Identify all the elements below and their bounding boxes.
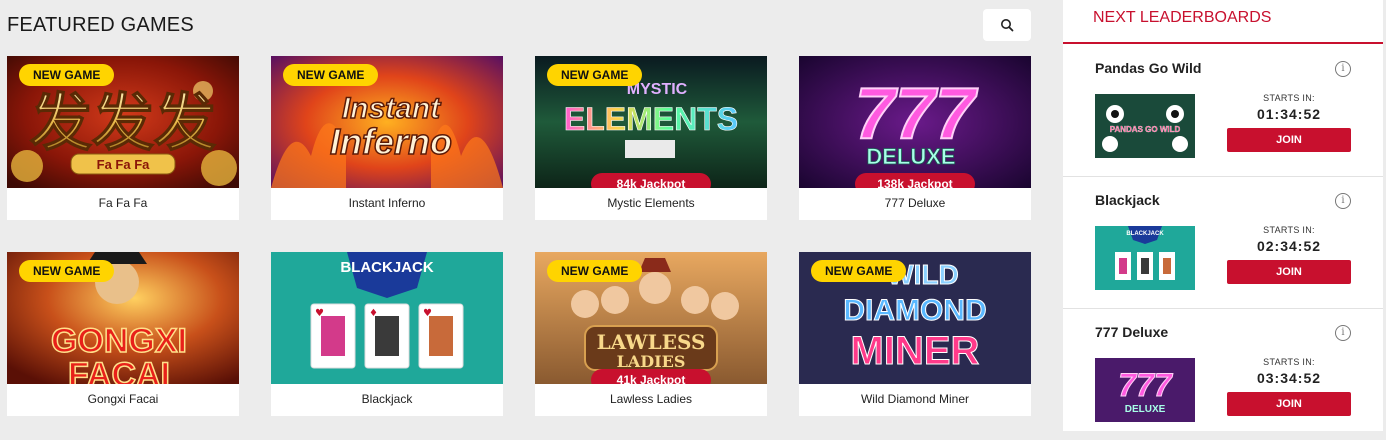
countdown-timer: 03:34:52: [1256, 370, 1322, 386]
blackjack-logo-text: BLACKJACK: [340, 259, 434, 276]
game-thumbnail: BLACKJACK ♥ ♦ ♥: [271, 252, 503, 384]
leaderboard-name: 777 Deluxe: [1095, 324, 1169, 340]
starts-in-label: STARTS IN:: [1263, 225, 1315, 235]
mystic-logo-line2: ELEMENTS: [564, 101, 738, 137]
info-icon[interactable]: i: [1335, 325, 1351, 341]
gongxi-logo-line1: GONGXI: [51, 322, 187, 360]
new-game-badge: NEW GAME: [19, 64, 115, 86]
jackpot-badge: 41k Jackpot: [591, 369, 711, 384]
new-game-badge: NEW GAME: [547, 260, 643, 282]
starts-in-label: STARTS IN:: [1263, 357, 1315, 367]
leaderboard-name: Blackjack: [1095, 192, 1160, 208]
jackpot-badge: 84k Jackpot: [591, 173, 711, 188]
leaderboards-sidebar: NEXT LEADERBOARDS Pandas Go Wild i PANDA…: [1063, 0, 1383, 431]
fafafa-logo-text: 发发发: [30, 86, 216, 159]
game-thumbnail: WILD DIAMOND MINER NEW GAME: [799, 252, 1031, 384]
join-button[interactable]: JOIN: [1227, 128, 1351, 152]
game-thumbnail: MYSTIC ELEMENTS NEW GAME 84k Jackpot: [535, 56, 767, 188]
blackjack-mini-logo: BLACKJACK: [1126, 231, 1164, 237]
game-thumbnail: 777 DELUXE 138k Jackpot: [799, 56, 1031, 188]
fafafa-sub-text: Fa Fa Fa: [97, 157, 151, 172]
game-name: Mystic Elements: [607, 196, 695, 210]
join-button[interactable]: JOIN: [1227, 392, 1351, 416]
starts-in-label: STARTS IN:: [1263, 93, 1315, 103]
featured-games-section: FEATURED GAMES 发发发 Fa Fa Fa NEW GAME Fa …: [0, 0, 1048, 431]
deluxe-logo-word: DELUXE: [866, 144, 955, 169]
leaderboard-name: Pandas Go Wild: [1095, 60, 1202, 76]
lawless-logo-line1: LAWLESS: [597, 330, 706, 354]
game-card-blackjack[interactable]: BLACKJACK ♥ ♦ ♥ Blackjack: [271, 252, 503, 416]
deluxe-logo-number: 777: [855, 74, 978, 154]
new-game-badge: NEW GAME: [811, 260, 907, 282]
svg-text:♥: ♥: [315, 308, 324, 319]
leaderboard-item: 777 Deluxe i 777 DELUXE STARTS IN: 03:34…: [1063, 308, 1383, 440]
wild-logo-line3: MINER: [851, 329, 980, 373]
inferno-logo-line2: Inferno: [330, 121, 452, 162]
game-card-wild-diamond-miner[interactable]: WILD DIAMOND MINER NEW GAME Wild Diamond…: [799, 252, 1031, 416]
countdown-timer: 01:34:52: [1256, 106, 1322, 122]
new-game-badge: NEW GAME: [283, 64, 379, 86]
game-card-lawless-ladies[interactable]: LAWLESS LADIES NEW GAME 41k Jackpot Lawl…: [535, 252, 767, 416]
game-thumbnail: GONGXI FACAI NEW GAME: [7, 252, 239, 384]
leaderboard-thumbnail: PANDAS GO WILD: [1095, 94, 1195, 158]
pandas-logo-text: PANDAS GO WILD: [1110, 125, 1181, 134]
countdown-timer: 02:34:52: [1256, 238, 1322, 254]
game-card-gongxi-facai[interactable]: GONGXI FACAI NEW GAME Gongxi Facai: [7, 252, 239, 416]
game-name: Wild Diamond Miner: [860, 392, 970, 406]
new-game-badge: NEW GAME: [547, 64, 643, 86]
deluxe-mini-logo: DELUXE: [1125, 404, 1166, 415]
sidebar-header: NEXT LEADERBOARDS: [1063, 0, 1383, 44]
game-card-fafafa[interactable]: 发发发 Fa Fa Fa NEW GAME Fa Fa Fa: [7, 56, 239, 220]
page-title: FEATURED GAMES: [7, 14, 194, 36]
svg-text:777: 777: [1118, 367, 1174, 403]
game-name: Instant Inferno: [348, 196, 426, 210]
leaderboard-thumbnail: BLACKJACK: [1095, 226, 1195, 290]
game-name: Gongxi Facai: [87, 392, 159, 406]
search-button[interactable]: [983, 9, 1031, 41]
svg-text:♥: ♥: [423, 308, 432, 319]
jackpot-badge: 138k Jackpot: [855, 173, 975, 188]
leaderboard-item: Blackjack i BLACKJACK STARTS IN: 02:34:5…: [1063, 176, 1383, 309]
game-card-777-deluxe[interactable]: 777 DELUXE 138k Jackpot 777 Deluxe: [799, 56, 1031, 220]
game-card-instant-inferno[interactable]: Instant Inferno NEW GAME Instant Inferno: [271, 56, 503, 220]
game-thumbnail: 发发发 Fa Fa Fa NEW GAME: [7, 56, 239, 188]
wild-logo-line2: DIAMOND: [843, 294, 986, 327]
search-icon: [1001, 19, 1014, 32]
game-name: 777 Deluxe: [884, 196, 946, 210]
new-game-badge: NEW GAME: [19, 260, 115, 282]
game-card-mystic-elements[interactable]: MYSTIC ELEMENTS NEW GAME 84k Jackpot Mys…: [535, 56, 767, 220]
gongxi-logo-line2: FACAI: [68, 356, 170, 384]
game-thumbnail: Instant Inferno NEW GAME: [271, 56, 503, 188]
sidebar-title: NEXT LEADERBOARDS: [1093, 9, 1272, 26]
leaderboard-item: Pandas Go Wild i PANDAS GO WILD STARTS I…: [1063, 44, 1383, 177]
game-name: Fa Fa Fa: [98, 196, 148, 210]
info-icon[interactable]: i: [1335, 61, 1351, 77]
join-button[interactable]: JOIN: [1227, 260, 1351, 284]
leaderboard-thumbnail: 777 DELUXE: [1095, 358, 1195, 422]
info-icon[interactable]: i: [1335, 193, 1351, 209]
game-thumbnail: LAWLESS LADIES NEW GAME 41k Jackpot: [535, 252, 767, 384]
svg-text:♦: ♦: [369, 308, 378, 319]
game-name: Blackjack: [361, 392, 413, 406]
game-name: Lawless Ladies: [609, 392, 693, 406]
